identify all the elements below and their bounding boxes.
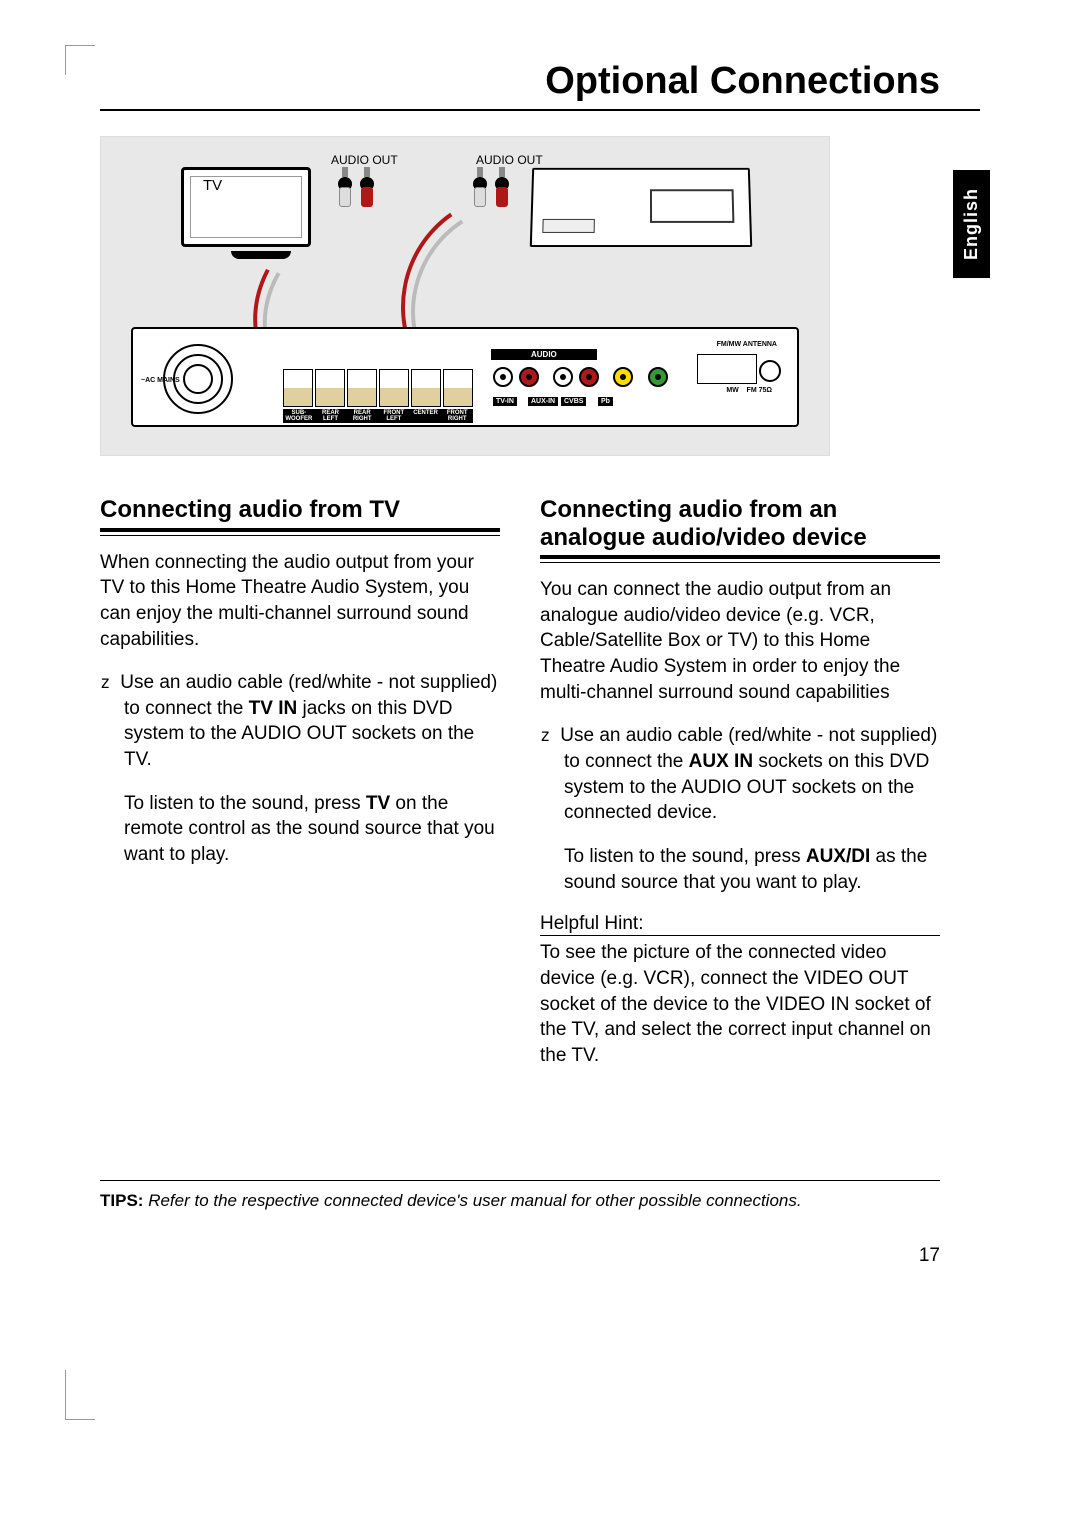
pb-jack [648, 367, 668, 387]
page-number: 17 [919, 1245, 940, 1267]
crop-mark-top-left [65, 45, 95, 75]
tips-footer: TIPS: Refer to the respective connected … [100, 1180, 940, 1211]
left-p2: To listen to the sound, press TV on the … [100, 791, 500, 868]
aux-in-jacks [553, 367, 599, 387]
antenna-title: FM/MW ANTENNA [717, 341, 777, 348]
right-p2: To listen to the sound, press AUX/DI as … [540, 844, 940, 895]
left-column: Connecting audio from TV When connecting… [100, 496, 500, 1068]
audio-out-label-2: AUDIO OUT [476, 153, 543, 167]
tv-label: TV [201, 177, 224, 194]
cvbs-jack [613, 367, 633, 387]
receiver-back-panel: ~AC MAINS SUB-WOOFER REAR LEFT REAR RIGH… [131, 327, 799, 427]
left-bullet: zUse an audio cable (red/white - not sup… [100, 670, 500, 773]
audio-banner: AUDIO [491, 349, 597, 360]
hint-body: To see the picture of the connected vide… [540, 940, 940, 1068]
antenna-sublabels: MW FM 75Ω [726, 387, 772, 394]
audio-out-label-1: AUDIO OUT [331, 153, 398, 167]
connection-diagram: TV AUDIO OUT AUDIO OUT ~AC MAINS SUB-WOO… [100, 136, 830, 456]
right-p1: You can connect the audio output from an… [540, 577, 940, 705]
speaker-terminal-block [283, 369, 473, 407]
page-title: Optional Connections [100, 60, 980, 111]
hint-heading: Helpful Hint: [540, 913, 940, 936]
right-bullet: zUse an audio cable (red/white - not sup… [540, 723, 940, 826]
ac-mains-label: ~AC MAINS [141, 377, 180, 384]
content-columns: Connecting audio from TV When connecting… [100, 496, 980, 1068]
right-heading: Connecting audio from an analogue audio/… [540, 496, 940, 559]
language-tab: English [953, 170, 990, 278]
right-column: Connecting audio from an analogue audio/… [540, 496, 940, 1068]
page-content: Optional Connections English TV AUDIO OU… [100, 60, 980, 1068]
tv-in-jacks [493, 367, 539, 387]
crop-mark-bottom-left [65, 1370, 95, 1420]
left-heading: Connecting audio from TV [100, 496, 500, 532]
speaker-labels: SUB-WOOFER REAR LEFT REAR RIGHT FRONT LE… [283, 409, 473, 423]
antenna-connector-icon [697, 354, 757, 384]
left-p1: When connecting the audio output from yo… [100, 550, 500, 653]
